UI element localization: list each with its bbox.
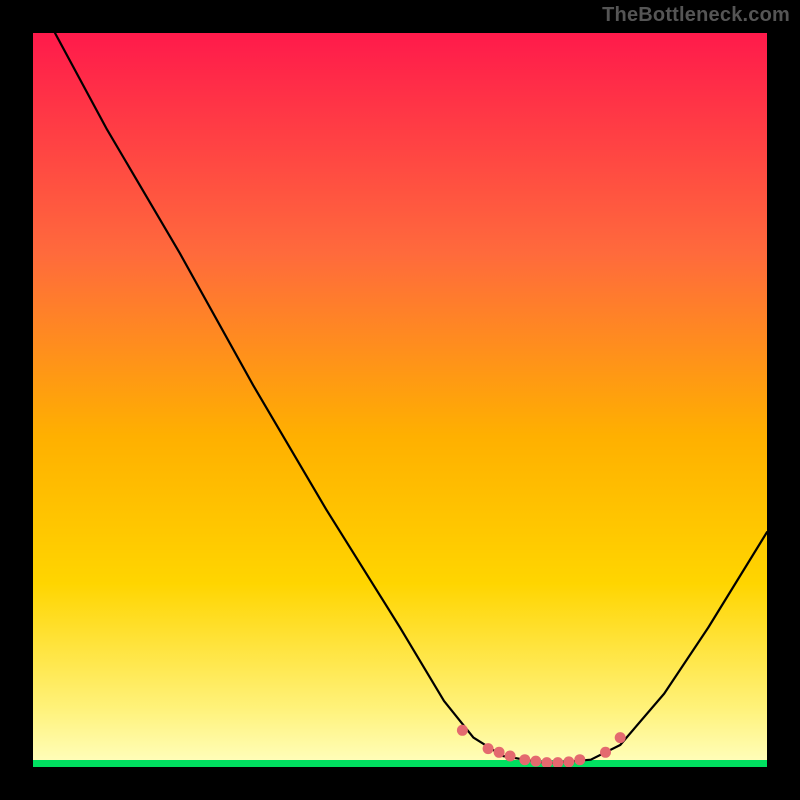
marker-point: [457, 725, 468, 736]
marker-point: [530, 756, 541, 767]
marker-point: [505, 751, 516, 762]
plot-area: [33, 33, 767, 767]
marker-point: [600, 747, 611, 758]
marker-point: [615, 732, 626, 743]
marker-point: [483, 743, 494, 754]
green-band: [33, 760, 767, 767]
marker-point: [563, 756, 574, 767]
marker-point: [519, 754, 530, 765]
gradient-background: [33, 33, 767, 767]
watermark-text: TheBottleneck.com: [602, 4, 790, 27]
marker-point: [574, 754, 585, 765]
chart-frame: TheBottleneck.com: [0, 0, 800, 800]
chart-svg: [33, 33, 767, 767]
marker-point: [494, 747, 505, 758]
